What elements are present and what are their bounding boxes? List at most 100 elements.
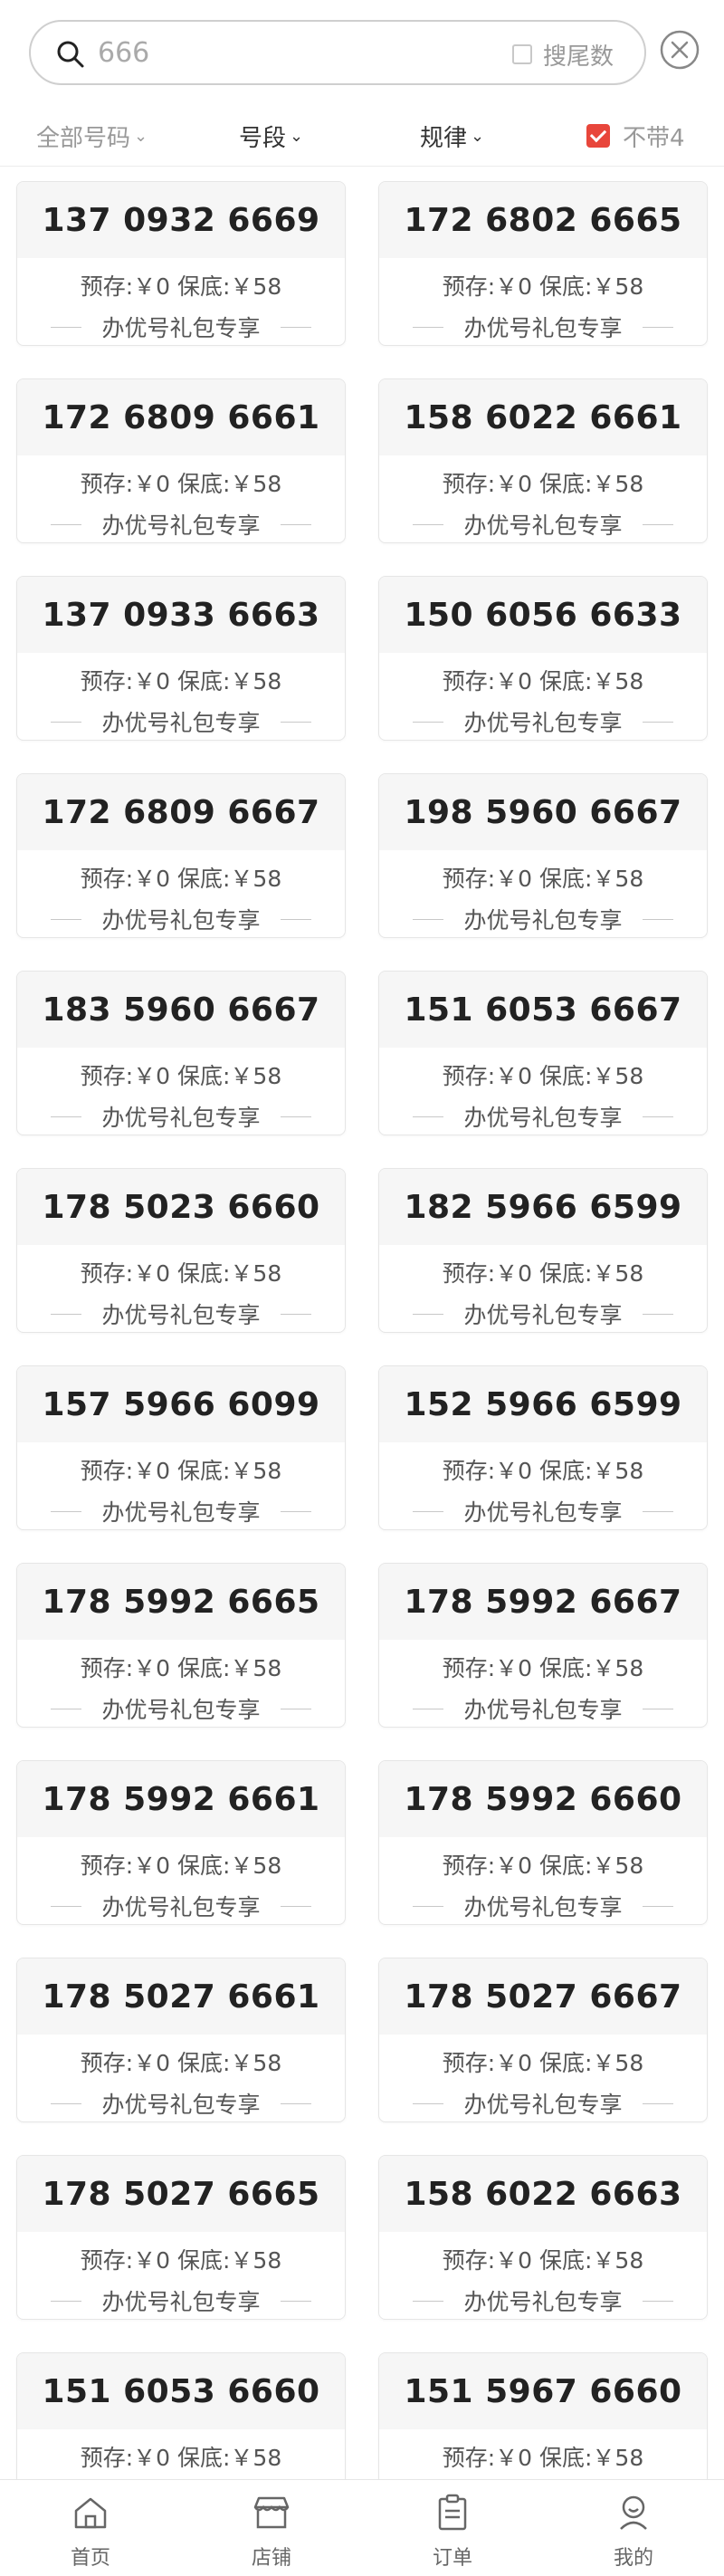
filter-segment[interactable]: 号段 ⌄ (239, 120, 303, 152)
number-card[interactable]: 172 6809 6667 预存:￥0 保底:￥58 办优号礼包专享 (16, 773, 346, 938)
filter-segment-label: 号段 (239, 124, 287, 152)
nav-shop[interactable]: 店铺 (217, 2491, 326, 2571)
phone-number: 198 5960 6667 (404, 793, 682, 831)
number-card[interactable]: 178 5992 6665 预存:￥0 保底:￥58 办优号礼包专享 (16, 1563, 346, 1728)
number-card[interactable]: 178 5992 6661 预存:￥0 保底:￥58 办优号礼包专享 (16, 1760, 346, 1925)
search-icon (57, 41, 84, 68)
tail-number-checkbox[interactable]: 搜尾数 (512, 40, 614, 71)
number-card[interactable]: 178 5992 6667 预存:￥0 保底:￥58 办优号礼包专享 (378, 1563, 708, 1728)
divider (413, 2102, 444, 2104)
divider (642, 918, 673, 920)
promo-label: 办优号礼包专享 (101, 512, 261, 539)
divider (280, 1313, 311, 1315)
price-text: 预存:￥0 保底:￥58 (80, 1458, 282, 1484)
divider (642, 1313, 673, 1315)
number-card[interactable]: 151 6053 6667 预存:￥0 保底:￥58 办优号礼包专享 (378, 971, 708, 1135)
number-card[interactable]: 150 6056 6633 预存:￥0 保底:￥58 办优号礼包专享 (378, 576, 708, 741)
price-text: 预存:￥0 保底:￥58 (442, 668, 644, 694)
close-icon[interactable] (659, 29, 700, 71)
number-band: 152 5966 6599 (379, 1366, 707, 1442)
number-card[interactable]: 198 5960 6667 预存:￥0 保底:￥58 办优号礼包专享 (378, 773, 708, 938)
divider (280, 1905, 311, 1907)
number-band: 151 6053 6667 (379, 972, 707, 1048)
number-card[interactable]: 157 5966 6099 预存:￥0 保底:￥58 办优号礼包专享 (16, 1365, 346, 1530)
number-band: 172 6802 6665 (379, 182, 707, 258)
divider (413, 1510, 444, 1512)
number-card[interactable]: 178 5992 6660 预存:￥0 保底:￥58 办优号礼包专享 (378, 1760, 708, 1925)
promo-label: 办优号礼包专享 (463, 315, 623, 341)
number-band: 178 5992 6660 (379, 1761, 707, 1837)
promo-text: 办优号礼包专享 (17, 2087, 345, 2120)
number-card[interactable]: 137 0932 6669 预存:￥0 保底:￥58 办优号礼包专享 (16, 181, 346, 346)
search-box[interactable]: 搜尾数 (29, 20, 646, 85)
promo-text: 办优号礼包专享 (379, 2284, 707, 2317)
search-input[interactable] (98, 33, 478, 72)
phone-number: 137 0932 6669 (42, 201, 320, 239)
nav-home[interactable]: 首页 (36, 2491, 145, 2571)
number-card[interactable]: 182 5966 6599 预存:￥0 保底:￥58 办优号礼包专享 (378, 1168, 708, 1333)
tail-number-label: 搜尾数 (543, 43, 614, 71)
promo-label: 办优号礼包专享 (101, 1499, 261, 1526)
price-text: 预存:￥0 保底:￥58 (442, 1458, 644, 1484)
number-card[interactable]: 172 6802 6665 预存:￥0 保底:￥58 办优号礼包专享 (378, 181, 708, 346)
phone-number: 152 5966 6599 (404, 1385, 682, 1423)
divider (51, 721, 82, 723)
phone-number: 178 5992 6665 (42, 1583, 320, 1621)
price-text: 预存:￥0 保底:￥58 (80, 668, 282, 694)
phone-number: 158 6022 6661 (404, 398, 682, 436)
filter-rule[interactable]: 规律 ⌄ (420, 120, 484, 152)
divider (413, 1313, 444, 1315)
filter-no4-label: 不带4 (623, 124, 685, 152)
filter-all-numbers[interactable]: 全部号码 ⌄ (36, 120, 148, 152)
promo-text: 办优号礼包专享 (379, 903, 707, 935)
divider (280, 721, 311, 723)
number-card[interactable]: 152 5966 6599 预存:￥0 保底:￥58 办优号礼包专享 (378, 1365, 708, 1530)
divider (51, 326, 82, 328)
phone-number: 178 5992 6661 (42, 1780, 320, 1818)
filter-bar: 全部号码 ⌄ 号段 ⌄ 规律 ⌄ 不带4 (0, 107, 724, 167)
nav-mine[interactable]: 我的 (579, 2491, 688, 2571)
divider (51, 2300, 82, 2302)
number-card[interactable]: 137 0933 6663 预存:￥0 保底:￥58 办优号礼包专享 (16, 576, 346, 741)
price-text: 预存:￥0 保底:￥58 (442, 1853, 644, 1879)
number-card[interactable]: 183 5960 6667 预存:￥0 保底:￥58 办优号礼包专享 (16, 971, 346, 1135)
phone-number: 172 6809 6661 (42, 398, 320, 436)
number-card[interactable]: 158 6022 6663 预存:￥0 保底:￥58 办优号礼包专享 (378, 2155, 708, 2320)
promo-text: 办优号礼包专享 (17, 705, 345, 738)
check-icon (586, 124, 610, 148)
divider (413, 1905, 444, 1907)
number-card[interactable]: 178 5027 6667 预存:￥0 保底:￥58 办优号礼包专享 (378, 1958, 708, 2122)
promo-text: 办优号礼包专享 (379, 1692, 707, 1725)
filter-no4-checkbox[interactable]: 不带4 (586, 120, 685, 152)
search-area: 搜尾数 (0, 0, 724, 100)
nav-shop-label: 店铺 (251, 2547, 291, 2570)
promo-label: 办优号礼包专享 (463, 512, 623, 539)
number-band: 150 6056 6633 (379, 577, 707, 653)
promo-label: 办优号礼包专享 (463, 710, 623, 736)
chevron-down-icon: ⌄ (134, 126, 148, 146)
number-band: 172 6809 6667 (17, 774, 345, 850)
number-card[interactable]: 178 5027 6661 预存:￥0 保底:￥58 办优号礼包专享 (16, 1958, 346, 2122)
nav-orders[interactable]: 订单 (398, 2491, 507, 2571)
number-card[interactable]: 172 6809 6661 预存:￥0 保底:￥58 办优号礼包专享 (16, 378, 346, 543)
divider (642, 721, 673, 723)
divider (51, 1116, 82, 1117)
promo-text: 办优号礼包专享 (17, 508, 345, 541)
number-band: 198 5960 6667 (379, 774, 707, 850)
number-band: 137 0932 6669 (17, 182, 345, 258)
divider (413, 721, 444, 723)
promo-text: 办优号礼包专享 (17, 311, 345, 343)
shop-icon (253, 2496, 290, 2529)
filter-all-label: 全部号码 (36, 124, 131, 152)
number-card[interactable]: 178 5023 6660 预存:￥0 保底:￥58 办优号礼包专享 (16, 1168, 346, 1333)
phone-number: 178 5027 6661 (42, 1977, 320, 2016)
divider (280, 1510, 311, 1512)
number-band: 183 5960 6667 (17, 972, 345, 1048)
number-band: 178 5027 6665 (17, 2156, 345, 2232)
number-card[interactable]: 178 5027 6665 预存:￥0 保底:￥58 办优号礼包专享 (16, 2155, 346, 2320)
number-band: 178 5992 6667 (379, 1564, 707, 1640)
number-card[interactable]: 158 6022 6661 预存:￥0 保底:￥58 办优号礼包专享 (378, 378, 708, 543)
divider (51, 1510, 82, 1512)
divider (280, 326, 311, 328)
divider (413, 1116, 444, 1117)
